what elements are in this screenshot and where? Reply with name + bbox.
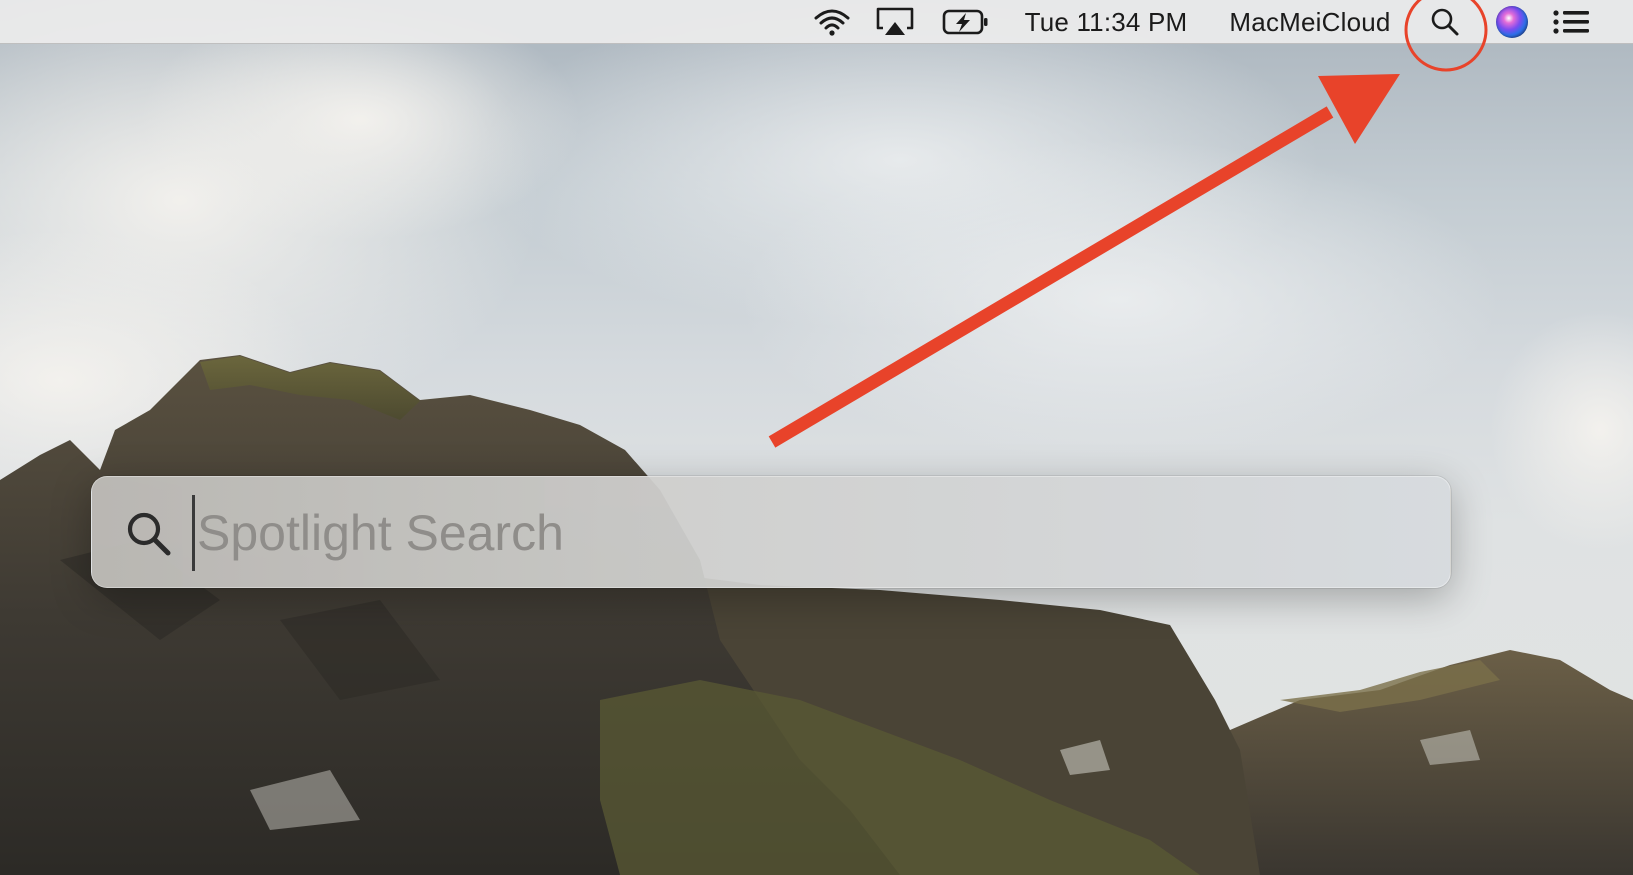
fast-user-switch-menu[interactable]: MacMeiCloud xyxy=(1216,0,1404,44)
search-icon xyxy=(127,512,171,556)
notification-center-button[interactable] xyxy=(1548,0,1594,44)
battery-charging-icon[interactable] xyxy=(940,0,992,44)
notification-center-icon xyxy=(1553,10,1589,34)
spotlight-menu-button[interactable] xyxy=(1424,0,1466,44)
user-name-label: MacMeiCloud xyxy=(1229,6,1391,37)
clock-label: Tue 11:34 PM xyxy=(1024,6,1188,37)
spotlight-search-input[interactable] xyxy=(192,495,1412,571)
spotlight-search-bar[interactable] xyxy=(91,476,1451,588)
desktop-wallpaper xyxy=(0,0,1633,875)
wifi-icon[interactable] xyxy=(810,0,854,44)
airplay-icon[interactable] xyxy=(872,0,918,44)
siri-button[interactable] xyxy=(1492,0,1532,44)
siri-icon xyxy=(1496,6,1528,38)
menu-bar-clock[interactable]: Tue 11:34 PM xyxy=(1018,0,1194,44)
menu-bar: Tue 11:34 PM MacMeiCloud xyxy=(0,0,1633,44)
search-icon xyxy=(1431,8,1459,36)
